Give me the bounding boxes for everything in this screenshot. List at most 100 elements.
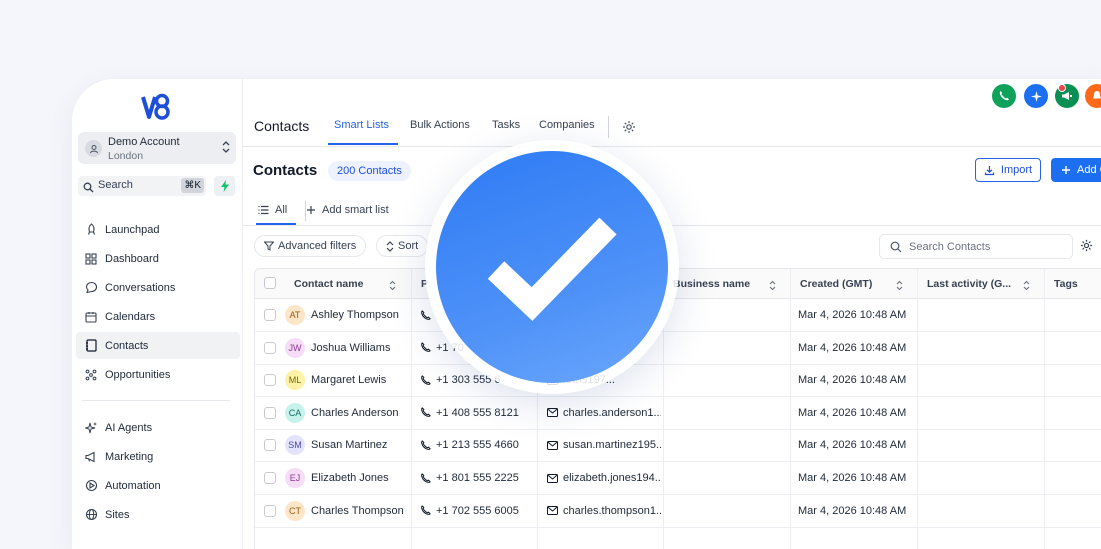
phone-icon: [420, 342, 436, 353]
contact-name-cell[interactable]: JW Joshua Williams: [285, 332, 409, 364]
contact-name-cell[interactable]: EJ Elizabeth Jones: [285, 462, 409, 494]
column-tags[interactable]: Tags: [1054, 278, 1078, 290]
sidebar-search[interactable]: Search ⌘K: [78, 176, 206, 196]
success-badge: [436, 151, 668, 383]
ai-assistant-button[interactable]: [1024, 84, 1048, 108]
created-cell: Mar 4, 2026 10:48 AM: [798, 397, 916, 429]
table-row[interactable]: CT Charles Thompson +1 702 555 6005 charles…: [255, 495, 1101, 528]
add-contact-button[interactable]: Add C: [1051, 158, 1101, 182]
sidebar-item-automation[interactable]: Automation: [76, 472, 240, 499]
tab-all[interactable]: All: [258, 204, 287, 216]
sidebar-item-conversations[interactable]: Conversations: [76, 274, 240, 301]
sidebar-item-marketing[interactable]: Marketing: [76, 443, 240, 470]
table-row[interactable]: JWJoshua Williams+1 703...Mar 4, 2026 10…: [255, 332, 1101, 365]
sidebar-item-opportunities[interactable]: Opportunities: [76, 361, 240, 388]
email-cell[interactable]: elizabeth.jones194...: [547, 462, 661, 494]
table-row[interactable]: SM Susan Martinez +1 213 555 4660 susan.mar…: [255, 429, 1101, 463]
sort-arrows-icon[interactable]: [896, 278, 903, 296]
search-contacts-input[interactable]: Search Contacts: [879, 234, 1073, 259]
phone-button[interactable]: [992, 84, 1016, 108]
sidebar-item-label: Opportunities: [105, 368, 171, 381]
main-content: Contacts Smart Lists Bulk Actions Tasks …: [242, 79, 1101, 549]
column-created[interactable]: Created (GMT): [800, 278, 872, 290]
tab-tasks[interactable]: Tasks: [492, 119, 520, 131]
phone-cell[interactable]: +1 702 555 6005: [420, 495, 536, 527]
sort-arrows-icon[interactable]: [389, 278, 396, 296]
tab-companies[interactable]: Companies: [539, 119, 595, 131]
opportunities-icon: [84, 368, 98, 382]
sidebar-item-launchpad[interactable]: Launchpad: [76, 216, 240, 243]
column-divider: [790, 269, 791, 549]
contact-name-cell[interactable]: SM Susan Martinez: [285, 429, 409, 461]
phone-number: +1 801 555 2225: [436, 472, 519, 484]
sidebar-item-label: Dashboard: [105, 252, 159, 265]
list-icon: [258, 205, 269, 215]
rocket-icon: [84, 223, 98, 237]
contact-name-cell[interactable]: ML Margaret Lewis: [285, 364, 409, 396]
search-icon: [890, 241, 902, 252]
tab-all-label: All: [275, 204, 288, 216]
row-checkbox[interactable]: [264, 309, 276, 321]
email-cell[interactable]: susan.martinez195...: [547, 429, 661, 461]
sidebar-item-sites[interactable]: Sites: [76, 501, 240, 528]
contact-name: Ashley Thompson: [311, 309, 399, 321]
row-checkbox[interactable]: [264, 406, 276, 419]
table-row[interactable]: MLMargaret Lewis+1 303 555 6lewis197...M…: [255, 364, 1101, 398]
column-settings-icon[interactable]: [1080, 239, 1093, 257]
phone-cell[interactable]: +1 408 555 8121: [420, 397, 536, 429]
contact-name-cell[interactable]: AT Ashley Thompson: [285, 299, 409, 331]
row-checkbox[interactable]: [264, 341, 276, 354]
import-button[interactable]: Import: [975, 158, 1041, 182]
column-contact-name[interactable]: Contact name: [294, 278, 363, 290]
gear-icon[interactable]: [622, 120, 636, 139]
row-checkbox[interactable]: [264, 504, 276, 517]
row-checkbox[interactable]: [264, 374, 276, 387]
notifications-button[interactable]: [1085, 84, 1101, 108]
plus-icon: [1062, 166, 1070, 174]
contact-name-cell[interactable]: CT Charles Thompson: [285, 495, 409, 527]
phone-cell[interactable]: +1 801 555 2225: [420, 462, 536, 494]
sort-arrows-icon[interactable]: [1023, 278, 1030, 296]
column-last-activity[interactable]: Last activity (G...: [927, 278, 1011, 290]
tab-bulk-actions[interactable]: Bulk Actions: [410, 119, 470, 131]
app-logo[interactable]: [140, 89, 172, 123]
sidebar-item-dashboard[interactable]: Dashboard: [76, 245, 240, 272]
account-switcher[interactable]: Demo Account London: [78, 132, 236, 164]
email-address: charles.thompson1...: [563, 504, 661, 517]
contact-name: Charles Anderson: [311, 406, 399, 419]
sort-arrows-icon[interactable]: [769, 278, 776, 296]
row-checkbox[interactable]: [264, 472, 276, 484]
email-cell[interactable]: charles.thompson1...: [547, 495, 661, 527]
phone-icon: [420, 374, 436, 386]
advanced-filters-button[interactable]: Advanced filters: [254, 235, 367, 257]
tab-divider: [608, 116, 609, 138]
avatar: CT: [285, 500, 305, 521]
add-smart-list-button[interactable]: Add smart list: [306, 204, 389, 216]
phone-cell[interactable]: +1 213 555 4660: [420, 429, 536, 461]
sidebar-item-contacts[interactable]: Contacts: [76, 332, 240, 359]
tab-smart-lists[interactable]: Smart Lists: [334, 119, 389, 131]
sidebar-item-label: Automation: [105, 479, 161, 492]
import-label: Import: [1000, 164, 1033, 176]
row-checkbox[interactable]: [264, 439, 276, 452]
sort-button[interactable]: Sort: [376, 235, 429, 257]
table-row[interactable]: CA Charles Anderson +1 408 555 8121 charles…: [255, 397, 1101, 430]
created-cell: Mar 4, 2026 10:48 AM: [798, 495, 916, 527]
search-icon: [83, 180, 94, 198]
table-row[interactable]: EJ Elizabeth Jones +1 801 555 2225 elizabet…: [255, 462, 1101, 495]
email-cell[interactable]: charles.anderson1...: [547, 397, 661, 429]
avatar: ML: [285, 370, 305, 391]
table-row[interactable]: AT Ashley Thompson Mar 4, 2026 10:48 AM: [255, 299, 1101, 332]
quick-action-button[interactable]: [214, 176, 235, 196]
column-business-name[interactable]: Business name: [673, 278, 750, 290]
download-icon: [984, 165, 995, 175]
sidebar-item-calendars[interactable]: Calendars: [76, 303, 240, 330]
column-divider: [411, 269, 412, 549]
sidebar-item-ai-agents[interactable]: AI Agents: [76, 414, 240, 441]
contact-name-cell[interactable]: CA Charles Anderson: [285, 397, 409, 429]
header-title: Contacts: [254, 118, 310, 134]
select-all-checkbox[interactable]: [264, 277, 276, 289]
active-tab-indicator: [328, 143, 398, 145]
email-address: elizabeth.jones194...: [563, 472, 661, 484]
phone-number: +1 702 555 6005: [436, 504, 519, 517]
